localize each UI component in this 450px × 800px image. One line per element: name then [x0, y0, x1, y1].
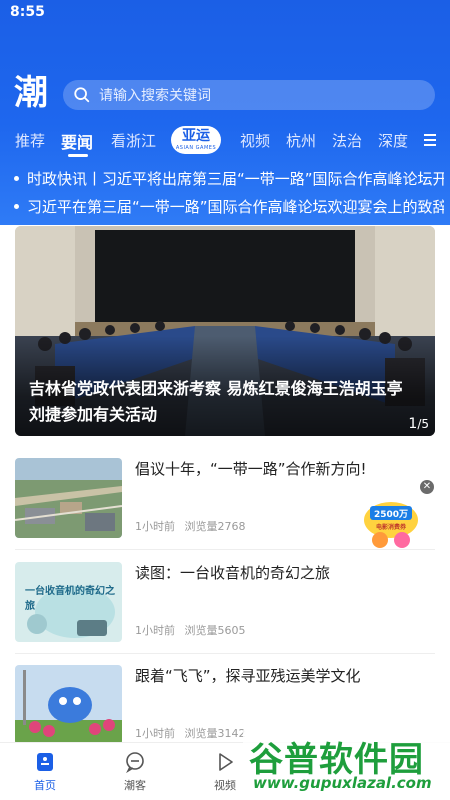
thumb-caption: 一台收音机的奇幻之旅 — [25, 586, 115, 612]
news-title: 读图：一台收音机的奇幻之旅 — [135, 564, 331, 582]
ticker-item[interactable]: 时政快讯丨习近平将出席第三届“一带一路”国际合作高峰论坛开幕式 — [14, 168, 444, 190]
tab-hangzhou[interactable]: 杭州 — [286, 130, 316, 151]
active-tab-indicator — [68, 154, 88, 157]
tab-headlines[interactable]: 要闻 — [61, 129, 93, 153]
asian-games-sublabel: ASIAN GAMES — [175, 145, 217, 151]
status-time: 8:55 — [10, 4, 45, 20]
nav-label: 首页 — [34, 779, 56, 792]
channel-tabs: 推荐 要闻 看浙江 亚运 ASIAN GAMES 视频 杭州 法治 深度 — [0, 126, 450, 157]
play-icon — [219, 753, 233, 771]
search-placeholder: 请输入搜索关键词 — [99, 88, 211, 104]
news-thumbnail — [15, 665, 122, 745]
news-item[interactable]: 一台收音机的奇幻之旅 读图：一台收音机的奇幻之旅 1小时前 浏览量5605 — [15, 562, 435, 650]
news-meta: 1小时前 浏览量5605 — [135, 622, 246, 638]
tab-zhejiang[interactable]: 看浙江 — [111, 130, 156, 151]
hero-title: 吉林省党政代表团来浙考察 易炼红景俊海王浩胡玉亭刘捷参加有关活动 — [29, 379, 403, 424]
asian-games-label: 亚运 — [182, 128, 210, 144]
app-logo[interactable]: 潮 — [14, 72, 54, 114]
close-icon[interactable]: ✕ — [420, 480, 434, 494]
news-time: 1小时前 — [135, 624, 175, 637]
news-views: 浏览量5605 — [184, 624, 246, 637]
ticker-item[interactable]: 习近平在第三届“一带一路”国际合作高峰论坛欢迎宴会上的致辞 — [14, 196, 444, 218]
search-icon — [74, 87, 90, 103]
nav-label: 潮客 — [124, 779, 146, 792]
promo-label: 电影消费券 — [375, 524, 406, 531]
news-time: 1小时前 — [135, 727, 175, 740]
watermark: 谷普软件园 www.gupuxlazal.com — [243, 730, 450, 800]
news-meta: 1小时前 浏览量2768 — [135, 518, 246, 534]
tab-depth[interactable]: 深度 — [378, 130, 408, 151]
ticker-text: 习近平在第三届“一带一路”国际合作高峰论坛欢迎宴会上的致辞 — [27, 198, 444, 216]
news-thumbnail: 一台收音机的奇幻之旅 — [15, 562, 122, 642]
news-views: 浏览量3142 — [184, 727, 246, 740]
news-views: 浏览量2768 — [184, 520, 246, 533]
hero-carousel[interactable]: 吉林省党政代表团来浙考察 易炼红景俊海王浩胡玉亭刘捷参加有关活动 1/5 — [15, 226, 435, 436]
carousel-current: 1 — [408, 416, 418, 432]
promo-amount: 2500万 — [373, 510, 409, 520]
tab-law[interactable]: 法治 — [332, 130, 362, 151]
carousel-total: /5 — [417, 417, 429, 431]
carousel-indicator: 1/5 — [408, 416, 429, 432]
news-thumbnail — [15, 458, 122, 538]
header: 8:55 潮 请输入搜索关键词 推荐 要闻 看浙江 亚运 ASIAN GAMES… — [0, 0, 450, 225]
bullet-dot — [14, 175, 19, 181]
promo-badge[interactable]: 2500万 电影消费券 — [362, 498, 420, 550]
home-icon — [37, 753, 53, 771]
tab-asian-games[interactable]: 亚运 ASIAN GAMES — [171, 126, 221, 154]
search-bar[interactable]: 请输入搜索关键词 — [63, 80, 435, 110]
news-time: 1小时前 — [135, 520, 175, 533]
news-title: 倡议十年，“一带一路”合作新方向! — [135, 460, 367, 478]
news-meta: 1小时前 浏览量3142 — [135, 725, 246, 741]
ticker-text: 时政快讯丨习近平将出席第三届“一带一路”国际合作高峰论坛开幕式 — [27, 170, 444, 188]
tab-video[interactable]: 视频 — [240, 130, 270, 151]
news-title: 跟着“飞飞”，探寻亚残运美学文化 — [135, 667, 361, 685]
tab-recommend[interactable]: 推荐 — [15, 130, 45, 151]
divider — [15, 549, 435, 550]
watermark-url: www.gupuxlazal.com — [253, 774, 432, 792]
nav-home[interactable]: 首页 — [15, 751, 75, 793]
bullet-dot — [14, 203, 19, 209]
chat-icon — [126, 752, 144, 773]
menu-icon[interactable] — [424, 134, 436, 146]
divider — [15, 653, 435, 654]
nav-chaoke[interactable]: 潮客 — [105, 751, 165, 793]
